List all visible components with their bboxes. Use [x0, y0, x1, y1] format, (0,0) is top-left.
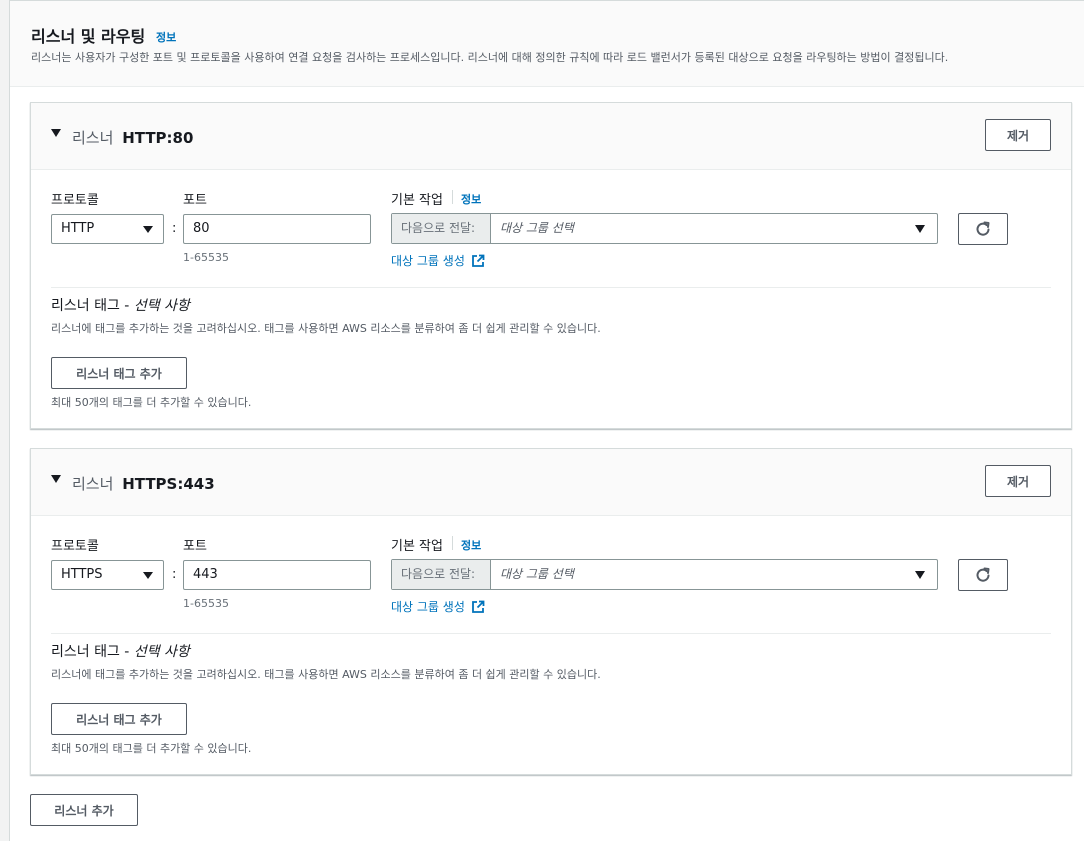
tag-limit-text: 최대 50개의 태그를 더 추가할 수 있습니다. [51, 396, 252, 409]
listeners-routing-panel: 리스너 및 라우팅 정보 리스너는 사용자가 구성한 포트 및 프로토콜을 사용… [9, 0, 1084, 841]
protocol-select-value: HTTPS [61, 567, 103, 582]
forward-to-prefix: 다음으로 전달: [392, 560, 491, 589]
listener-tags-title-text: 리스너 태그 - [51, 644, 130, 660]
protocol-select-value: HTTP [61, 221, 95, 236]
protocol-label: 프로토콜 [51, 193, 99, 208]
port-label: 포트 [183, 539, 207, 554]
listener-title-prefix: 리스너 [72, 475, 114, 493]
listener-card-https: 리스너 HTTPS:443 제거 프로토콜 포트 기본 작업 정보 HTTPS … [30, 448, 1072, 775]
colon-separator: : [172, 567, 177, 582]
protocol-select[interactable]: HTTP [51, 214, 164, 244]
port-range-hint: 1-65535 [183, 251, 229, 264]
colon-separator: : [172, 221, 177, 236]
port-input[interactable]: 80 [183, 214, 371, 244]
default-action-info-link[interactable]: 정보 [461, 191, 481, 207]
chevron-down-icon [915, 225, 925, 233]
create-target-group-label: 대상 그룹 생성 [391, 254, 465, 268]
add-listener-button[interactable]: 리스너 추가 [30, 794, 138, 826]
section-description: 리스너는 사용자가 구성한 포트 및 프로토콜을 사용하여 연결 요청을 검사하… [31, 51, 949, 64]
section-title: 리스너 및 라우팅 [31, 27, 146, 46]
tag-limit-text: 최대 50개의 태그를 더 추가할 수 있습니다. [51, 742, 252, 755]
refresh-button[interactable] [958, 559, 1008, 591]
caret-down-icon[interactable] [51, 129, 61, 137]
listener-card-header[interactable]: 리스너 HTTP:80 제거 [31, 103, 1071, 170]
default-action-info-link[interactable]: 정보 [461, 537, 481, 553]
external-link-icon [471, 600, 485, 614]
listener-tags-title-text: 리스너 태그 - [51, 298, 130, 314]
create-target-group-label: 대상 그룹 생성 [391, 600, 465, 614]
listener-tags-title: 리스너 태그 - 선택 사항 [51, 641, 190, 661]
listener-card-http: 리스너 HTTP:80 제거 프로토콜 포트 기본 작업 정보 HTTP : 8… [30, 102, 1072, 429]
listener-title: 리스너 HTTPS:443 [72, 473, 215, 494]
external-link-icon [471, 254, 485, 268]
add-listener-tag-button[interactable]: 리스너 태그 추가 [51, 357, 187, 389]
port-input[interactable]: 443 [183, 560, 371, 590]
divider [51, 633, 1051, 634]
listener-tags-description: 리스너에 태그를 추가하는 것을 고려하십시오. 태그를 사용하면 AWS 리소… [51, 322, 601, 335]
listener-title-value: HTTP:80 [122, 129, 194, 147]
listener-tags-description: 리스너에 태그를 추가하는 것을 고려하십시오. 태그를 사용하면 AWS 리소… [51, 668, 601, 681]
remove-listener-button[interactable]: 제거 [985, 119, 1051, 151]
listener-title: 리스너 HTTP:80 [72, 127, 193, 148]
divider [452, 536, 453, 550]
refresh-icon [974, 566, 992, 584]
caret-down-icon[interactable] [51, 475, 61, 483]
section-header: 리스너 및 라우팅 정보 리스너는 사용자가 구성한 포트 및 프로토콜을 사용… [10, 1, 1084, 87]
target-group-select[interactable]: 다음으로 전달: 대상 그룹 선택 [391, 559, 938, 590]
default-action-label: 기본 작업 [391, 193, 443, 208]
target-group-select[interactable]: 다음으로 전달: 대상 그룹 선택 [391, 213, 938, 244]
port-range-hint: 1-65535 [183, 597, 229, 610]
remove-listener-button[interactable]: 제거 [985, 465, 1051, 497]
listener-title-prefix: 리스너 [72, 129, 114, 147]
target-group-placeholder: 대상 그룹 선택 [500, 567, 574, 581]
listener-title-value: HTTPS:443 [122, 475, 215, 493]
divider [51, 287, 1051, 288]
chevron-down-icon [143, 572, 153, 579]
default-action-label: 기본 작업 [391, 539, 443, 554]
refresh-button[interactable] [958, 213, 1008, 245]
forward-to-prefix: 다음으로 전달: [392, 214, 491, 243]
listener-tags-optional: 선택 사항 [133, 298, 190, 314]
chevron-down-icon [143, 226, 153, 233]
section-info-link[interactable]: 정보 [156, 29, 176, 45]
create-target-group-link[interactable]: 대상 그룹 생성 [391, 252, 485, 269]
chevron-down-icon [915, 571, 925, 579]
listener-card-header[interactable]: 리스너 HTTPS:443 제거 [31, 449, 1071, 516]
divider [452, 190, 453, 204]
port-label: 포트 [183, 193, 207, 208]
protocol-select[interactable]: HTTPS [51, 560, 164, 590]
protocol-label: 프로토콜 [51, 539, 99, 554]
refresh-icon [974, 220, 992, 238]
listener-tags-title: 리스너 태그 - 선택 사항 [51, 295, 190, 315]
create-target-group-link[interactable]: 대상 그룹 생성 [391, 598, 485, 615]
target-group-placeholder: 대상 그룹 선택 [500, 221, 574, 235]
listener-tags-optional: 선택 사항 [133, 644, 190, 660]
add-listener-tag-button[interactable]: 리스너 태그 추가 [51, 703, 187, 735]
